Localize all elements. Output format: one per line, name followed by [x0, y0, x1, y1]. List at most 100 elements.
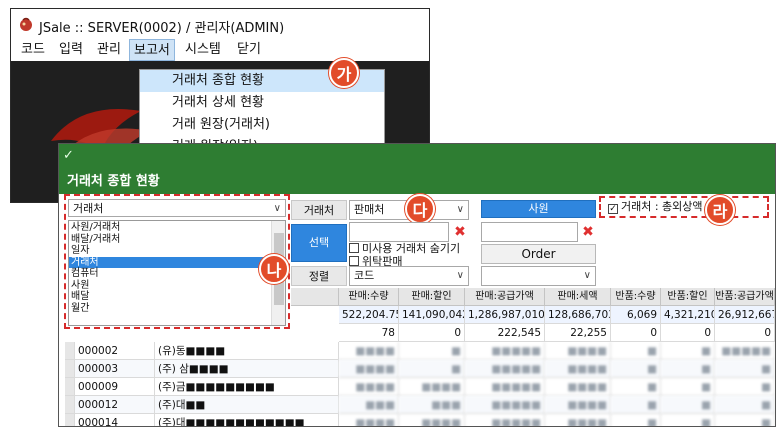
- list-item[interactable]: 사원: [69, 280, 269, 292]
- select-button[interactable]: 선택: [291, 224, 347, 262]
- grid-cell[interactable]: ■■■■: [545, 342, 611, 360]
- grid-cell[interactable]: ■■■■: [339, 378, 399, 396]
- grid-cell[interactable]: ■: [611, 396, 661, 414]
- grid-cell[interactable]: ■■■■: [545, 360, 611, 378]
- title-bar: JSale :: SERVER(0002) / 관리자(ADMIN): [11, 9, 429, 39]
- total-balance-checkbox[interactable]: ✓ 거래처 : 총외상액: [608, 200, 703, 214]
- row-code[interactable]: 000009: [75, 378, 155, 396]
- list-item[interactable]: 배달/거래처: [69, 234, 269, 246]
- list-item[interactable]: 월간: [69, 303, 269, 315]
- row-indicator[interactable]: [65, 414, 75, 426]
- grid-cell[interactable]: ■■■■: [339, 360, 399, 378]
- grid-cell[interactable]: ■■■■: [545, 378, 611, 396]
- menu-system[interactable]: 시스템: [181, 39, 225, 61]
- row-code[interactable]: 000012: [75, 396, 155, 414]
- grid-cell[interactable]: ■■■■: [545, 396, 611, 414]
- grid-header[interactable]: 반품:할인: [661, 288, 715, 306]
- row-name[interactable]: (주)금■■■■■■■■■: [155, 378, 339, 396]
- row-code[interactable]: 000003: [75, 360, 155, 378]
- row-indicator[interactable]: [65, 396, 75, 414]
- menu-code[interactable]: 코드: [17, 39, 49, 61]
- grid-cell[interactable]: ■■■■: [339, 414, 399, 426]
- group-select[interactable]: 거래처 ∨: [68, 199, 286, 217]
- grid-cell[interactable]: ■: [715, 396, 775, 414]
- filter-select-value: 판매처: [354, 203, 385, 216]
- filter-label: 거래처: [291, 200, 347, 220]
- grid-cell: 222,545: [465, 324, 545, 342]
- menu-bar: 코드 입력 관리 보고서 시스템 닫기: [11, 39, 429, 61]
- row-code[interactable]: 000002: [75, 342, 155, 360]
- grid-cell[interactable]: ■: [661, 396, 715, 414]
- menu-close[interactable]: 닫기: [233, 39, 265, 61]
- grid-cell[interactable]: ■: [715, 360, 775, 378]
- row-code[interactable]: 000014: [75, 414, 155, 426]
- summary-cell: 6,069: [611, 306, 661, 324]
- grid-cell[interactable]: ■■■■■: [465, 396, 545, 414]
- sort-select[interactable]: 코드 ∨: [349, 266, 469, 286]
- sort-select-value: 코드: [354, 269, 375, 282]
- grid-cell[interactable]: ■■■■■: [465, 360, 545, 378]
- grid-cell[interactable]: ■: [611, 414, 661, 426]
- row-name[interactable]: (주)대■■: [155, 396, 339, 414]
- menu-item-ledger-customer[interactable]: 거래 원장(거래처): [140, 114, 384, 136]
- grid-cell[interactable]: ■: [661, 378, 715, 396]
- clear-icon[interactable]: ✖: [581, 225, 595, 239]
- row-indicator[interactable]: [65, 360, 75, 378]
- grid-cell[interactable]: ■: [399, 360, 465, 378]
- grid-header[interactable]: 반품:수량: [611, 288, 661, 306]
- list-item[interactable]: 사원/거래처: [69, 222, 269, 234]
- grid-cell[interactable]: ■: [715, 378, 775, 396]
- grid-cell[interactable]: ■■■■: [399, 414, 465, 426]
- row-name[interactable]: (주)대■■■■■■■■■■■■: [155, 414, 339, 426]
- grid-header[interactable]: 판매:공급가액: [465, 288, 545, 306]
- grid-cell[interactable]: ■■■: [399, 396, 465, 414]
- badge-ra: 라: [705, 195, 735, 225]
- menu-manage[interactable]: 관리: [93, 39, 125, 61]
- grid-header[interactable]: 판매:할인: [399, 288, 465, 306]
- grid-cell[interactable]: ■: [611, 360, 661, 378]
- badge-da: 다: [405, 194, 435, 224]
- row-indicator[interactable]: [65, 342, 75, 360]
- grid-cell[interactable]: ■■■■■: [465, 378, 545, 396]
- hide-unused-checkbox[interactable]: 미사용 거래처 숨기기: [349, 242, 460, 256]
- checkbox-box: ✓: [608, 204, 618, 214]
- row-name[interactable]: (유)동■■■■: [155, 342, 339, 360]
- grid-cell[interactable]: ■■■■■: [465, 414, 545, 426]
- row-indicator[interactable]: [65, 378, 75, 396]
- grid-cell[interactable]: ■: [661, 414, 715, 426]
- employee-input[interactable]: [481, 222, 578, 242]
- grid-cell[interactable]: ■: [611, 378, 661, 396]
- menu-item-customer-detail[interactable]: 거래처 상세 현황: [140, 92, 384, 114]
- list-item-selected[interactable]: 거래처: [69, 256, 269, 268]
- grid-cell[interactable]: ■: [715, 414, 775, 426]
- grid-header[interactable]: 판매:수량: [339, 288, 399, 306]
- chevron-down-icon: ∨: [583, 270, 591, 281]
- grid-cell[interactable]: ■■■■: [339, 342, 399, 360]
- hide-unused-label: 미사용 거래처 숨기기: [362, 242, 461, 255]
- menu-report[interactable]: 보고서: [129, 39, 175, 61]
- row-name[interactable]: (주) 삼■■■■: [155, 360, 339, 378]
- grid-header[interactable]: 반품:공급가액: [715, 288, 775, 306]
- grid-cell[interactable]: ■■■■: [545, 414, 611, 426]
- list-item[interactable]: 배달: [69, 291, 269, 303]
- list-item[interactable]: 일자: [69, 245, 269, 257]
- group-options-list[interactable]: 사원/거래처 배달/거래처 일자 거래처 컴퓨터 사원 배달 월간: [68, 220, 286, 326]
- summary-cell: 26,912,667: [715, 306, 775, 324]
- menu-input[interactable]: 입력: [55, 39, 87, 61]
- grid-cell[interactable]: ■: [661, 360, 715, 378]
- grid-header[interactable]: 판매:세액: [545, 288, 611, 306]
- clear-icon[interactable]: ✖: [453, 225, 467, 239]
- group-select-highlight: 거래처 ∨ 사원/거래처 배달/거래처 일자 거래처 컴퓨터 사원 배달 월간: [64, 194, 290, 329]
- grid-cell[interactable]: ■■■■: [399, 378, 465, 396]
- grid-cell[interactable]: ■: [399, 342, 465, 360]
- grid-cell[interactable]: ■■■■■: [715, 342, 775, 360]
- grid-cell[interactable]: ■■■■■: [465, 342, 545, 360]
- employee-button[interactable]: 사원: [481, 200, 596, 218]
- customer-input[interactable]: [349, 222, 449, 242]
- order-button[interactable]: Order: [481, 244, 596, 264]
- grid-cell[interactable]: ■■■: [339, 396, 399, 414]
- employee-select[interactable]: ∨: [481, 266, 596, 286]
- list-item[interactable]: 컴퓨터: [69, 268, 269, 280]
- grid-cell[interactable]: ■: [661, 342, 715, 360]
- grid-cell[interactable]: ■: [611, 342, 661, 360]
